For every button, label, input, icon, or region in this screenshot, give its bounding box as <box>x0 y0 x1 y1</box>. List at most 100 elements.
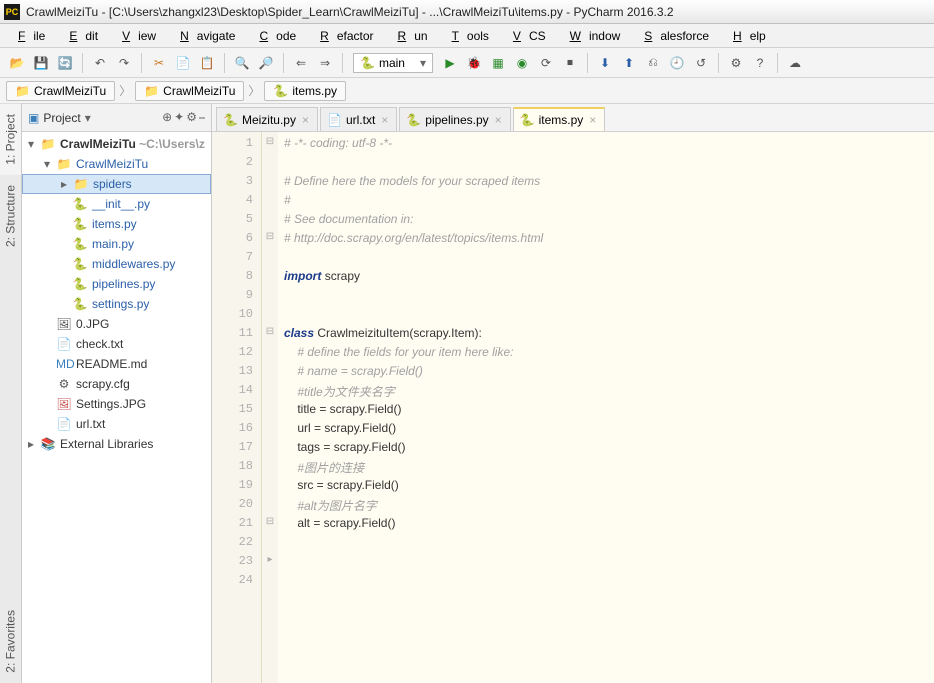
vcs-update-icon[interactable]: ⬇ <box>594 52 616 74</box>
menu-code[interactable]: Code <box>243 27 304 45</box>
menu-view[interactable]: View <box>106 27 164 45</box>
close-icon[interactable]: × <box>587 113 598 127</box>
menu-file[interactable]: File <box>2 27 53 45</box>
tree-node[interactable]: 🐍main.py <box>22 234 211 254</box>
tree-node[interactable]: 🐍pipelines.py <box>22 274 211 294</box>
tab-pipelines-py[interactable]: 🐍pipelines.py× <box>399 107 510 131</box>
run-icon[interactable]: ▶ <box>439 52 461 74</box>
stop-icon[interactable]: ⏹ <box>559 52 581 74</box>
code-line[interactable] <box>284 535 928 554</box>
copy-icon[interactable]: 📄 <box>172 52 194 74</box>
code-line[interactable]: class CrawlmeizituItem(scrapy.Item): <box>284 326 928 345</box>
breadcrumb-item[interactable]: 📁CrawlMeiziTu <box>6 81 115 101</box>
open-icon[interactable]: 📂 <box>6 52 28 74</box>
tree-node[interactable]: 🖼0.JPG <box>22 314 211 334</box>
code-line[interactable]: # define the fields for your item here l… <box>284 345 928 364</box>
undo-icon[interactable]: ↶ <box>89 52 111 74</box>
profile-icon[interactable]: ◉ <box>511 52 533 74</box>
fold-marker[interactable] <box>262 436 278 455</box>
tree-node[interactable]: ▸📁spiders <box>22 174 211 194</box>
code-text[interactable]: # -*- coding: utf-8 -*- # Define here the… <box>278 132 934 683</box>
help-icon[interactable]: ? <box>749 52 771 74</box>
rerun-icon[interactable]: ⟳ <box>535 52 557 74</box>
breadcrumb-item[interactable]: 📁CrawlMeiziTu <box>135 81 244 101</box>
debug-icon[interactable]: 🐞 <box>463 52 485 74</box>
code-line[interactable]: # <box>284 193 928 212</box>
find-icon[interactable]: 🔍 <box>231 52 253 74</box>
menu-vcs[interactable]: VCS <box>497 27 554 45</box>
fold-marker[interactable]: ⊟ <box>262 512 278 531</box>
code-line[interactable] <box>284 155 928 174</box>
tree-node[interactable]: ⚙scrapy.cfg <box>22 374 211 394</box>
close-icon[interactable]: × <box>300 113 311 127</box>
fold-marker[interactable] <box>262 474 278 493</box>
sync-icon[interactable]: 🔄 <box>54 52 76 74</box>
tree-node[interactable]: ▾📁CrawlMeiziTu <box>22 154 211 174</box>
code-line[interactable]: #title为文件夹名字 <box>284 383 928 402</box>
paste-icon[interactable]: 📋 <box>196 52 218 74</box>
coverage-icon[interactable]: ▦ <box>487 52 509 74</box>
tree-node[interactable]: ▾📁CrawlMeiziTu ~C:\Users\z <box>22 134 211 154</box>
fold-marker[interactable]: ⊟ <box>262 227 278 246</box>
menu-help[interactable]: Help <box>717 27 774 45</box>
save-icon[interactable]: 💾 <box>30 52 52 74</box>
code-line[interactable] <box>284 554 928 573</box>
fold-marker[interactable] <box>262 170 278 189</box>
hide-icon[interactable]: ⎯ <box>199 110 205 125</box>
fold-marker[interactable] <box>262 455 278 474</box>
code-line[interactable]: src = scrapy.Field() <box>284 478 928 497</box>
fold-marker[interactable]: ▸ <box>262 550 278 569</box>
redo-icon[interactable]: ↷ <box>113 52 135 74</box>
code-line[interactable]: title = scrapy.Field() <box>284 402 928 421</box>
menu-tools[interactable]: Tools <box>436 27 497 45</box>
tree-node[interactable]: 🐍settings.py <box>22 294 211 314</box>
salesforce-icon[interactable]: ☁ <box>784 52 806 74</box>
project-tree[interactable]: ▾📁CrawlMeiziTu ~C:\Users\z▾📁CrawlMeiziTu… <box>22 132 211 683</box>
menu-window[interactable]: Window <box>554 27 629 45</box>
dropdown-arrow-icon[interactable]: ▾ <box>85 111 91 125</box>
tree-node[interactable]: MDREADME.md <box>22 354 211 374</box>
code-line[interactable]: # -*- coding: utf-8 -*- <box>284 136 928 155</box>
tree-node[interactable]: ▸📚External Libraries <box>22 434 211 454</box>
collapse-icon[interactable]: ✦ <box>174 110 184 125</box>
fold-marker[interactable] <box>262 360 278 379</box>
close-icon[interactable]: × <box>493 113 504 127</box>
code-line[interactable]: # Define here the models for your scrape… <box>284 174 928 193</box>
fold-marker[interactable] <box>262 303 278 322</box>
tree-node[interactable]: 🐍items.py <box>22 214 211 234</box>
fold-marker[interactable] <box>262 208 278 227</box>
fold-marker[interactable] <box>262 265 278 284</box>
menu-refactor[interactable]: Refactor <box>304 27 381 45</box>
fold-marker[interactable] <box>262 531 278 550</box>
replace-icon[interactable]: 🔎 <box>255 52 277 74</box>
cut-icon[interactable]: ✂ <box>148 52 170 74</box>
settings-icon[interactable]: ⚙ <box>725 52 747 74</box>
vcs-diff-icon[interactable]: ⎌ <box>642 52 664 74</box>
fold-marker[interactable] <box>262 246 278 265</box>
fold-marker[interactable] <box>262 151 278 170</box>
code-line[interactable] <box>284 573 928 592</box>
tree-node[interactable]: 🖼Settings.JPG <box>22 394 211 414</box>
code-line[interactable]: # See documentation in: <box>284 212 928 231</box>
fold-marker[interactable] <box>262 379 278 398</box>
menu-salesforce[interactable]: Salesforce <box>628 27 717 45</box>
fold-marker[interactable]: ⊟ <box>262 322 278 341</box>
code-line[interactable] <box>284 250 928 269</box>
code-line[interactable]: import scrapy <box>284 269 928 288</box>
expand-icon[interactable]: ▸ <box>61 177 73 191</box>
forward-icon[interactable]: ⇒ <box>314 52 336 74</box>
fold-marker[interactable] <box>262 398 278 417</box>
scroll-icon[interactable]: ⊕ <box>162 110 172 125</box>
menu-run[interactable]: Run <box>382 27 436 45</box>
fold-marker[interactable] <box>262 417 278 436</box>
tool-structure[interactable]: 2: Structure <box>0 175 21 257</box>
code-line[interactable]: #图片的连接 <box>284 459 928 478</box>
tab-Meizitu-py[interactable]: 🐍Meizitu.py× <box>216 107 318 131</box>
tree-node[interactable]: 🐍__init__.py <box>22 194 211 214</box>
menu-navigate[interactable]: Navigate <box>164 27 243 45</box>
gear-icon[interactable]: ⚙ <box>186 110 197 125</box>
expand-icon[interactable]: ▾ <box>44 157 56 171</box>
vcs-revert-icon[interactable]: ↺ <box>690 52 712 74</box>
tab-url-txt[interactable]: 📄url.txt× <box>320 107 397 131</box>
code-line[interactable]: # http://doc.scrapy.org/en/latest/topics… <box>284 231 928 250</box>
